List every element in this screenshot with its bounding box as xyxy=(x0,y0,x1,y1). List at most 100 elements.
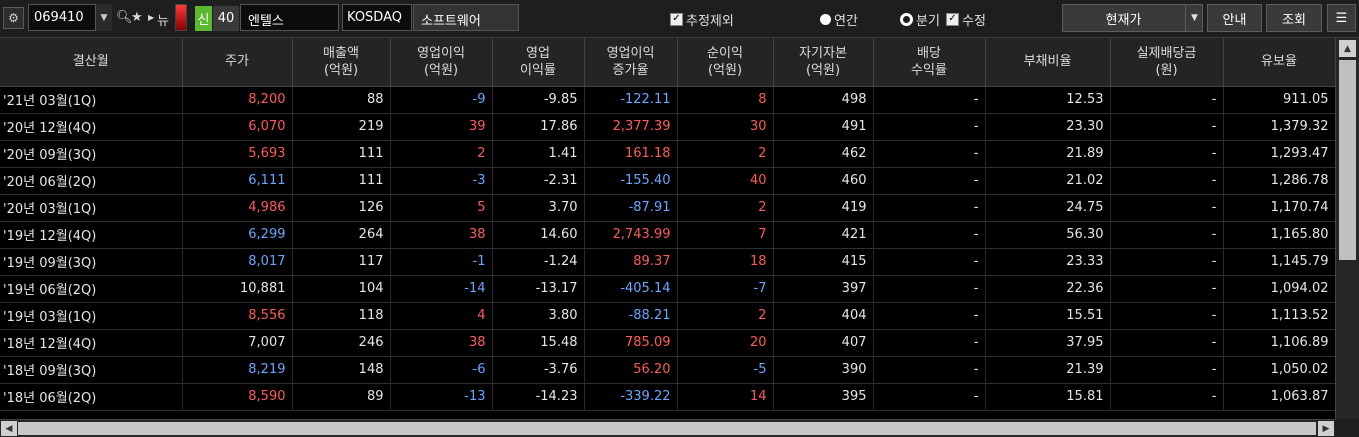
table-cell-period: '20년 09월(3Q) xyxy=(0,140,183,168)
table-cell-dividend: - xyxy=(1110,86,1224,114)
table-cell-sales: 88 xyxy=(292,86,391,114)
table-cell-net: 14 xyxy=(677,383,774,411)
table-cell-reserve: 911.05 xyxy=(1223,86,1336,114)
table-cell-dividend: - xyxy=(1110,329,1224,357)
table-cell-price: 6,111 xyxy=(182,167,293,195)
menu-button[interactable]: ☰ xyxy=(1327,4,1356,32)
table-cell-equity: 498 xyxy=(773,86,874,114)
vertical-scroll-thumb[interactable] xyxy=(1339,60,1356,260)
table-cell-op-margin: 17.86 xyxy=(492,113,585,141)
table-cell-op-margin: -2.31 xyxy=(492,167,585,195)
column-header-label: 결산월 xyxy=(72,54,109,70)
column-header: 영업이익 증가율 xyxy=(584,38,678,87)
checkbox-checked-icon: ✓ xyxy=(670,13,683,26)
star-icon: ★ xyxy=(131,10,143,25)
scroll-left-button[interactable]: ◀ xyxy=(1,421,17,436)
guide-button[interactable]: 안내 xyxy=(1207,4,1262,32)
table-cell-net: 30 xyxy=(677,113,774,141)
quarter-label: 분기 xyxy=(916,14,940,29)
news-button[interactable]: 뉴 xyxy=(157,10,169,29)
column-header-label: 자기자본 xyxy=(799,45,847,61)
table-cell-debt: 23.33 xyxy=(985,248,1111,276)
table-row[interactable]: '18년 12월(4Q) 7,007 246 38 15.48 785.09 20 407-3… xyxy=(0,329,1336,357)
table-cell-div-yield: - xyxy=(873,329,986,357)
annual-radio[interactable]: 연간 xyxy=(820,10,858,29)
table-cell-op-growth: 785.09 xyxy=(584,329,678,357)
table-row[interactable]: '18년 06월(2Q) 8,590 89 -13 -14.23 -339.22 14 395… xyxy=(0,383,1336,411)
table-cell-reserve: 1,379.32 xyxy=(1223,113,1336,141)
scroll-up-button[interactable]: ▲ xyxy=(1339,40,1356,57)
table-row[interactable]: '19년 12월(4Q) 6,299 264 38 14.60 2,743.99 7 421-… xyxy=(0,221,1336,249)
table-row[interactable]: '20년 09월(3Q) 5,693 111 2 1.41 161.18 2 462-21.8… xyxy=(0,140,1336,168)
table-cell-equity: 491 xyxy=(773,113,874,141)
table-row[interactable]: '18년 09월(3Q) 8,219 148 -6 -3.76 56.20 -5 390-21… xyxy=(0,356,1336,384)
table-cell-div-yield: - xyxy=(873,194,986,222)
table-cell-debt: 22.36 xyxy=(985,275,1111,303)
table-cell-period: '18년 09월(3Q) xyxy=(0,356,183,384)
quarter-radio[interactable]: 분기 xyxy=(900,10,940,29)
column-header-label: 주가 xyxy=(225,54,249,70)
column-header-label: 증가율 xyxy=(612,62,649,78)
table-cell-op-growth: -122.11 xyxy=(584,86,678,114)
horizontal-scroll-thumb[interactable] xyxy=(18,422,1316,435)
table-cell-net: -5 xyxy=(677,356,774,384)
vertical-scrollbar[interactable]: ▲ xyxy=(1335,38,1359,419)
table-cell-dividend: - xyxy=(1110,221,1224,249)
radio-selected-icon xyxy=(820,14,831,25)
exclude-estimate-checkbox[interactable]: ✓ 추정제외 xyxy=(670,10,734,29)
table-cell-op: -9 xyxy=(390,86,493,114)
settings-button[interactable]: ⚙ xyxy=(3,7,24,29)
price-type-dropdown[interactable]: ▼ xyxy=(1185,4,1203,32)
market-label: KOSDAQ xyxy=(342,4,412,31)
table-row[interactable]: '20년 06월(2Q) 6,111 111 -3 -2.31 -155.40 40 460-… xyxy=(0,167,1336,195)
table-cell-div-yield: - xyxy=(873,86,986,114)
table-cell-equity: 407 xyxy=(773,329,874,357)
table-cell-op-growth: -88.21 xyxy=(584,302,678,330)
horizontal-scrollbar[interactable]: ◀ ▶ xyxy=(0,419,1335,437)
table-row[interactable]: '20년 03월(1Q) 4,986 126 5 3.70 -87.91 2 419-24.7… xyxy=(0,194,1336,222)
table-cell-sales: 111 xyxy=(292,167,391,195)
table-row[interactable]: '19년 03월(1Q) 8,556 118 4 3.80 -88.21 2 404-15.5… xyxy=(0,302,1336,330)
query-button[interactable]: 조회 xyxy=(1266,4,1322,32)
table-row[interactable]: '20년 12월(4Q) 6,070 219 39 17.86 2,377.39 30 491… xyxy=(0,113,1336,141)
table-cell-price: 7,007 xyxy=(182,329,293,357)
table-cell-op: -6 xyxy=(390,356,493,384)
revised-label: 수정 xyxy=(962,14,986,29)
table-cell-op-margin: -1.24 xyxy=(492,248,585,276)
table-cell-price: 8,017 xyxy=(182,248,293,276)
table-row[interactable]: '19년 09월(3Q) 8,017 117 -1 -1.24 89.37 18 415-23… xyxy=(0,248,1336,276)
price-type-select[interactable]: 현재가 xyxy=(1062,4,1203,32)
table-cell-debt: 37.95 xyxy=(985,329,1111,357)
table-row[interactable]: '19년 06월(2Q) 10,881 104 -14 -13.17 -405.14 -7 3… xyxy=(0,275,1336,303)
table-cell-sales: 118 xyxy=(292,302,391,330)
toolbar: ⚙ 069410 ▼ 🔍︎ ★ ▶ 뉴 신 40 엔텔스 KOSDAQ 소프트웨… xyxy=(0,0,1359,38)
next-button[interactable]: ▶ xyxy=(148,13,154,22)
stock-code-dropdown[interactable]: ▼ xyxy=(95,4,112,31)
table-cell-dividend: - xyxy=(1110,248,1224,276)
table-cell-debt: 21.89 xyxy=(985,140,1111,168)
table-row[interactable]: '21년 03월(1Q) 8,200 88 -9 -9.85 -122.11 8 498-12… xyxy=(0,86,1336,114)
sector-label: 소프트웨어 xyxy=(413,4,519,31)
company-name-field[interactable]: 엔텔스 xyxy=(240,4,339,31)
price-change-indicator xyxy=(175,4,187,31)
table-cell-equity: 397 xyxy=(773,275,874,303)
table-cell-dividend: - xyxy=(1110,113,1224,141)
triangle-up-icon: ▲ xyxy=(1344,43,1351,54)
annual-label: 연간 xyxy=(834,14,858,29)
table-cell-period: '19년 03월(1Q) xyxy=(0,302,183,330)
table-cell-op-growth: 2,743.99 xyxy=(584,221,678,249)
scroll-right-button[interactable]: ▶ xyxy=(1318,421,1334,436)
revised-checkbox[interactable]: ✓ 수정 xyxy=(946,10,986,29)
table-cell-equity: 415 xyxy=(773,248,874,276)
table-cell-sales: 111 xyxy=(292,140,391,168)
favorite-button[interactable]: ★ xyxy=(131,10,143,25)
table-cell-equity: 390 xyxy=(773,356,874,384)
table-cell-sales: 126 xyxy=(292,194,391,222)
table-cell-op-margin: 14.60 xyxy=(492,221,585,249)
table-cell-div-yield: - xyxy=(873,248,986,276)
radio-ring-icon xyxy=(900,13,913,26)
table-cell-price: 5,693 xyxy=(182,140,293,168)
table-cell-period: '20년 03월(1Q) xyxy=(0,194,183,222)
table-cell-sales: 148 xyxy=(292,356,391,384)
table-cell-net: 7 xyxy=(677,221,774,249)
